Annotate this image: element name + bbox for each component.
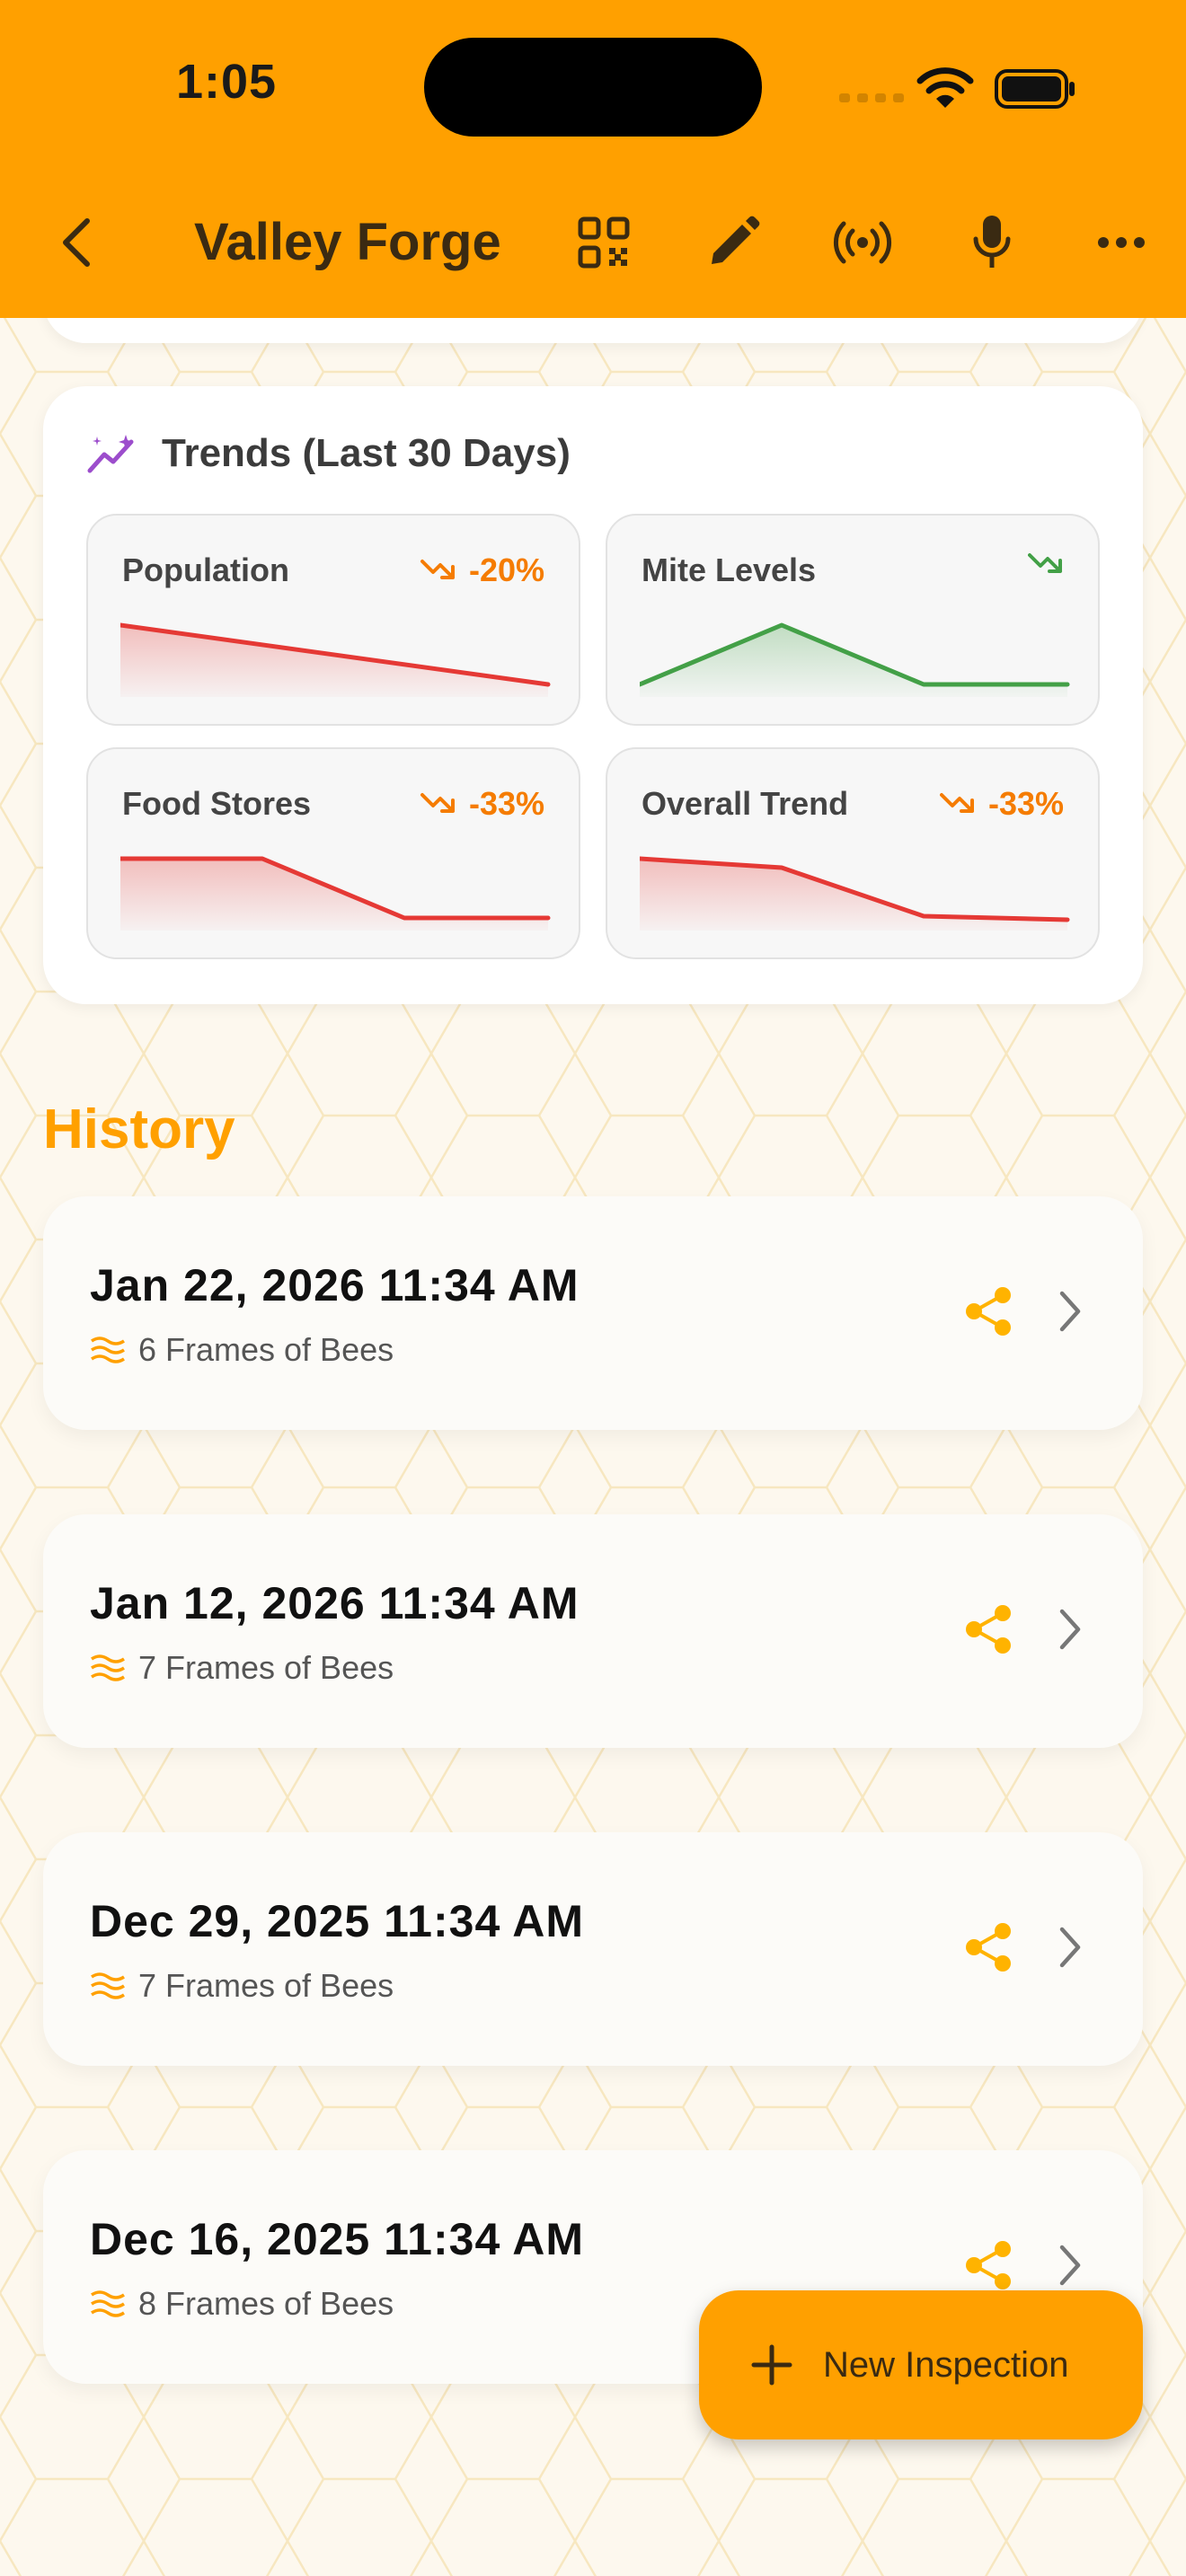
broadcast-button[interactable] [827,207,898,278]
share-icon[interactable] [965,1922,1012,1972]
frames-summary: 7 Frames of Bees [90,1967,394,2005]
status-time: 1:05 [176,55,278,109]
trends-title: Trends (Last 30 Days) [162,431,571,475]
trend-tile-population[interactable]: Population -20% [86,514,580,726]
trend-tile-label: Population [122,551,289,588]
back-icon [63,218,90,267]
history-item[interactable]: Dec 29, 2025 11:34 AM 7 Frames of Bees [43,1832,1143,2066]
cellular-signal-icon [839,93,904,102]
trend-delta: -20% [420,551,544,589]
wifi-icon [916,67,974,108]
frames-icon [91,1337,125,1363]
inspection-date: Jan 22, 2026 11:34 AM [90,1260,580,1310]
trend-tile-label: Overall Trend [642,785,849,822]
inspection-date: Dec 16, 2025 11:34 AM [90,2214,585,2264]
plus-icon [751,2344,792,2386]
trend-delta: -33% [939,785,1064,823]
trending-down-icon [420,793,455,813]
trend-tile-overall[interactable]: Overall Trend -33% [606,747,1100,959]
frames-icon [91,2290,125,2317]
history-heading: History [43,1098,235,1160]
trend-delta-value: -20% [468,551,544,588]
new-inspection-button[interactable]: New Inspection [699,2290,1143,2439]
trending-down-icon [939,793,974,813]
voice-button[interactable] [956,207,1028,278]
frames-count: 7 Frames of Bees [138,1649,394,1686]
share-icon[interactable] [965,1604,1012,1654]
mite-levels-sparkline [640,622,1070,697]
frames-icon [91,1972,125,1999]
edit-icon [712,216,760,264]
sparkle-trend-icon [87,435,134,473]
broadcast-icon [833,221,892,264]
edit-button[interactable] [697,207,769,278]
trending-down-icon [420,560,455,579]
share-icon[interactable] [965,1286,1012,1337]
trend-delta [1028,551,1064,577]
frames-count: 7 Frames of Bees [138,1967,394,2004]
trend-tile-label: Mite Levels [642,551,817,588]
more-button[interactable] [1085,207,1157,278]
new-inspection-label: New Inspection [823,2344,1069,2385]
trend-delta: -33% [420,785,544,823]
frames-icon [91,1654,125,1681]
population-sparkline [120,622,551,697]
chevron-right-icon[interactable] [1057,2244,1084,2287]
microphone-icon [973,216,1011,268]
back-button[interactable] [45,207,108,278]
history-item[interactable]: Jan 12, 2026 11:34 AM 7 Frames of Bees [43,1514,1143,1748]
qr-code-button[interactable] [568,207,640,278]
trend-tile-mite-levels[interactable]: Mite Levels [606,514,1100,726]
history-item[interactable]: Jan 22, 2026 11:34 AM 6 Frames of Bees [43,1196,1143,1430]
battery-icon [995,69,1075,109]
overall-trend-sparkline [640,856,1070,931]
trend-tile-label: Food Stores [122,785,312,822]
frames-summary: 6 Frames of Bees [90,1331,394,1369]
inspection-date: Jan 12, 2026 11:34 AM [90,1578,580,1628]
frames-summary: 7 Frames of Bees [90,1649,394,1687]
frames-summary: 8 Frames of Bees [90,2285,394,2323]
inspection-date: Dec 29, 2025 11:34 AM [90,1896,585,1946]
trends-card: Trends (Last 30 Days) Population -20% Mi… [43,386,1143,1004]
qr-code-icon [578,216,630,269]
chevron-right-icon[interactable] [1057,1290,1084,1333]
trend-tile-food-stores[interactable]: Food Stores -33% [86,747,580,959]
page-title: Valley Forge [194,213,501,271]
trending-down-icon [1028,553,1062,573]
app-header: 1:05 Valley Forge [0,0,1186,318]
frames-count: 6 Frames of Bees [138,1331,394,1368]
share-icon[interactable] [965,2240,1012,2290]
chevron-right-icon[interactable] [1057,1608,1084,1651]
chevron-right-icon[interactable] [1057,1926,1084,1969]
dynamic-island [424,38,762,137]
trend-delta-value: -33% [468,785,544,822]
frames-count: 8 Frames of Bees [138,2285,394,2322]
food-stores-sparkline [120,856,551,931]
trend-delta-value: -33% [987,785,1064,822]
more-icon [1098,237,1145,248]
